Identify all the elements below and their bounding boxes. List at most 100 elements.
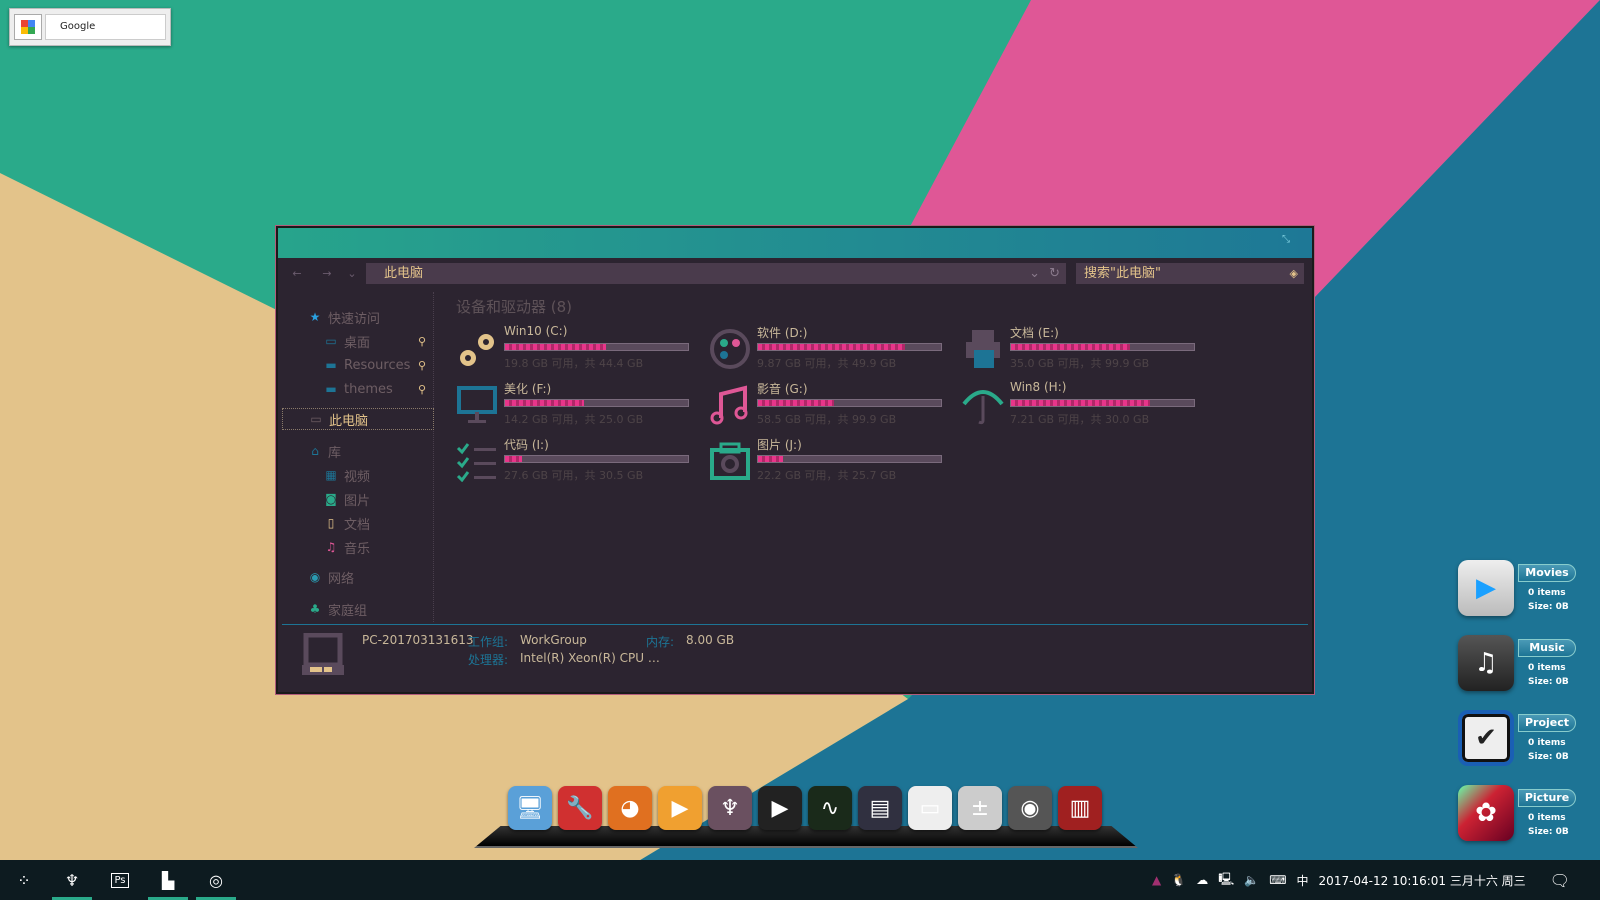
checklist-icon	[456, 443, 496, 482]
taskbar-chrome-button[interactable]: ◎	[196, 860, 236, 900]
drive-usage-fill	[758, 344, 905, 350]
network-icon[interactable]: 🖳	[1218, 870, 1234, 891]
printer-icon	[966, 330, 1000, 368]
address-text: 此电脑	[384, 266, 424, 281]
drive-usage-fill	[1011, 400, 1151, 406]
start-button[interactable]: ⁘	[4, 860, 44, 900]
taskbar-photoshop-button[interactable]: Ps	[100, 860, 140, 900]
google-search-widget[interactable]: Google	[9, 8, 171, 46]
search-icon[interactable]: ◈	[1290, 263, 1298, 284]
laptop-icon	[302, 633, 344, 675]
ime-indicator[interactable]: 中	[1297, 872, 1309, 889]
folder-icon: ▬	[325, 382, 337, 396]
dock-play-icon[interactable]: ▶	[758, 786, 802, 830]
title-bar[interactable]	[278, 228, 1312, 258]
drive-usage-fill	[505, 456, 523, 462]
section-header-devices[interactable]: 设备和驱动器 (8)	[456, 296, 572, 317]
google-search-input[interactable]: Google	[45, 14, 166, 40]
show-hidden-icons-button[interactable]: ▲	[1152, 873, 1161, 887]
back-button[interactable]: ←	[282, 267, 312, 280]
sidebar-item-11[interactable]: ♣ 家庭组	[308, 598, 367, 620]
dock-media-player-icon[interactable]: ▶	[658, 786, 702, 830]
sidebar-item-2[interactable]: ▬ Resources ⚲	[324, 354, 426, 376]
sidebar-item-label: 库	[328, 445, 342, 461]
dock-total-commander-icon[interactable]: ▤	[858, 786, 902, 830]
drive-usage-bar	[1010, 399, 1195, 407]
pin-icon[interactable]: ⚲	[418, 335, 426, 348]
library-music-icon[interactable]: ♫	[1458, 635, 1514, 691]
drive-usage-bar	[504, 343, 689, 351]
address-bar[interactable]: 此电脑 ⌄ ↻	[366, 263, 1066, 284]
sidebar-item-0[interactable]: ★ 快速访问	[308, 306, 380, 328]
library-name[interactable]: Movies	[1518, 564, 1576, 582]
sidebar-item-6[interactable]: ▦ 视频	[324, 464, 370, 486]
folder-icon: ▬	[325, 358, 337, 372]
library-widget-picture[interactable]: ✿ Picture 0 items Size: 0B	[1458, 785, 1598, 845]
file-explorer-window: ⤡ ← → ⌄ 此电脑 ⌄ ↻ 搜索"此电脑" ◈ ★ 快速访问 ▭ 桌面 ⚲ ▬ Resourc…	[275, 225, 1315, 695]
drive-usage-fill	[1011, 344, 1130, 350]
action-center-icon[interactable]: 🗨	[1550, 871, 1570, 890]
library-items: 0 items	[1528, 813, 1566, 823]
sidebar-item-4[interactable]: ▭ 此电脑	[282, 408, 434, 430]
library-widget-music[interactable]: ♫ Music 0 items Size: 0B	[1458, 635, 1598, 695]
drive-item[interactable]: 影音 (G:) 58.5 GB 可用，共 99.9 GB	[709, 380, 949, 432]
pin-icon[interactable]: ⚲	[418, 359, 426, 372]
library-name[interactable]: Project	[1518, 714, 1576, 732]
library-size: Size: 0B	[1528, 602, 1569, 612]
restore-icon[interactable]: ⤡	[1282, 234, 1290, 245]
library-name[interactable]: Picture	[1518, 789, 1576, 807]
dock-notes-icon[interactable]: ▭	[908, 786, 952, 830]
library-picture-icon[interactable]: ✿	[1458, 785, 1514, 841]
sidebar-item-1[interactable]: ▭ 桌面 ⚲	[324, 330, 426, 352]
sidebar-item-10[interactable]: ◉ 网络	[308, 566, 354, 588]
sidebar-item-5[interactable]: ⌂ 库	[308, 440, 341, 462]
library-name[interactable]: Music	[1518, 639, 1576, 657]
dock-system-monitor-icon[interactable]: ∿	[808, 786, 852, 830]
drive-item[interactable]: Win8 (H:) 7.21 GB 可用，共 30.0 GB	[962, 380, 1202, 432]
forward-button[interactable]: →	[312, 267, 342, 280]
taskbar-foobar-button[interactable]: ♆	[52, 860, 92, 900]
monitor-icon	[457, 386, 497, 423]
library-movies-icon[interactable]: ▶	[1458, 560, 1514, 616]
sidebar-item-label: 网络	[328, 571, 355, 587]
volume-icon[interactable]: 🔈	[1244, 873, 1259, 887]
dock-trash-icon[interactable]: ▥	[1058, 786, 1102, 830]
drive-size: 7.21 GB 可用，共 30.0 GB	[1010, 413, 1150, 426]
sidebar-item-8[interactable]: ▯ 文档	[324, 512, 370, 534]
drive-item[interactable]: 图片 (J:) 22.2 GB 可用，共 25.7 GB	[709, 436, 949, 488]
dock-foobar-icon[interactable]: ♆	[708, 786, 752, 830]
star-icon: ★	[309, 310, 321, 324]
qq-icon[interactable]: 🐧	[1171, 873, 1186, 887]
sidebar-item-9[interactable]: ♫ 音乐	[324, 536, 370, 558]
keyboard-icon[interactable]: ⌨	[1269, 873, 1286, 887]
refresh-icon[interactable]: ↻	[1049, 263, 1060, 284]
clock[interactable]: 2017-04-12 10:16:01 三月十六 周三	[1319, 872, 1526, 889]
dock-tools-icon[interactable]: 🔧	[558, 786, 602, 830]
drive-usage-bar	[757, 399, 942, 407]
library-widget-project[interactable]: ✔ Project 0 items Size: 0B	[1458, 710, 1598, 770]
dock-firefox-icon[interactable]: ◕	[608, 786, 652, 830]
dock-camera-icon[interactable]: ◉	[1008, 786, 1052, 830]
drive-item[interactable]: Win10 (C:) 19.8 GB 可用，共 44.4 GB	[456, 324, 696, 376]
drive-item[interactable]: 文档 (E:) 35.0 GB 可用，共 99.9 GB	[962, 324, 1202, 376]
drive-item[interactable]: 代码 (I:) 27.6 GB 可用，共 30.5 GB	[456, 436, 696, 488]
pin-icon[interactable]: ⚲	[418, 383, 426, 396]
library-project-icon[interactable]: ✔	[1458, 710, 1514, 766]
search-input[interactable]: 搜索"此电脑" ◈	[1076, 263, 1304, 284]
drive-item[interactable]: 软件 (D:) 9.87 GB 可用，共 49.9 GB	[709, 324, 949, 376]
recent-locations-button[interactable]: ⌄	[342, 267, 362, 280]
drive-item[interactable]: 美化 (F:) 14.2 GB 可用，共 25.0 GB	[456, 380, 696, 432]
sidebar-item-label: 桌面	[344, 335, 371, 351]
desktop-icon: ▭	[325, 334, 337, 348]
sidebar-item-7[interactable]: ◙ 图片	[324, 488, 370, 510]
sidebar-item-label: 音乐	[344, 541, 371, 557]
taskbar-file-explorer-button[interactable]: ▙	[148, 860, 188, 900]
dock-my-computer-icon[interactable]: 🖥	[508, 786, 552, 830]
address-dropdown-icon[interactable]: ⌄	[1029, 263, 1040, 284]
music-icon: ♫	[325, 540, 337, 554]
library-widget-movies[interactable]: ▶ Movies 0 items Size: 0B	[1458, 560, 1598, 620]
dock-calculator-icon[interactable]: ±	[958, 786, 1002, 830]
sidebar-item-3[interactable]: ▬ themes ⚲	[324, 378, 426, 400]
drive-usage-bar	[757, 455, 942, 463]
onedrive-icon[interactable]: ☁	[1196, 873, 1208, 887]
